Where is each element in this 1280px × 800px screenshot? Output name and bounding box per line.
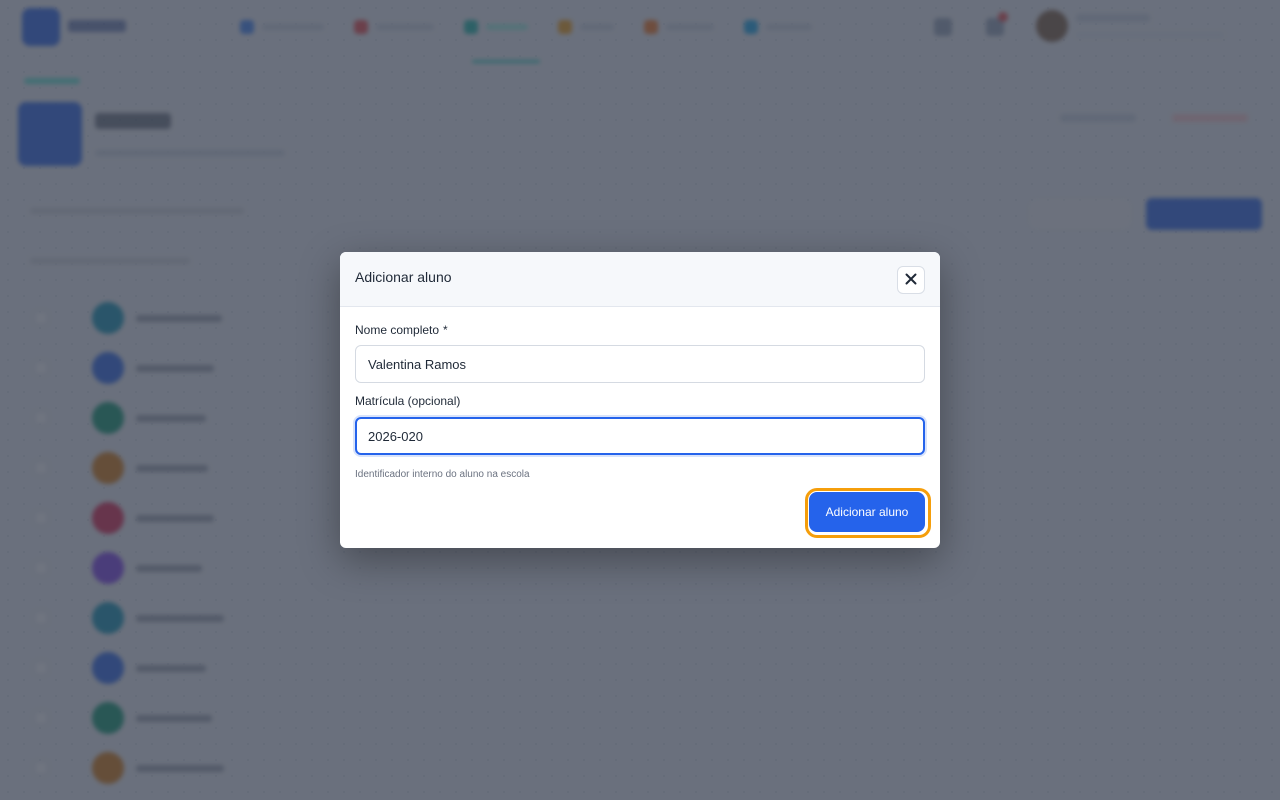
enrollment-field-label: Matrícula (opcional) bbox=[355, 394, 461, 408]
modal-header: Adicionar aluno bbox=[340, 252, 940, 307]
name-field-label: Nome completo * bbox=[355, 323, 448, 337]
add-student-modal: Adicionar aluno Nome completo* Matrícula… bbox=[340, 252, 940, 548]
close-button[interactable] bbox=[897, 266, 925, 294]
modal-title: Adicionar aluno bbox=[355, 269, 452, 285]
full-name-input[interactable] bbox=[355, 345, 925, 383]
name-label-text: Nome completo bbox=[355, 323, 440, 337]
enrollment-input[interactable] bbox=[355, 417, 925, 455]
add-student-submit-button[interactable]: Adicionar aluno bbox=[809, 492, 925, 532]
required-marker: * bbox=[443, 323, 448, 337]
enrollment-help-text: Identificador interno do aluno na escola bbox=[355, 469, 530, 480]
close-icon bbox=[905, 273, 917, 288]
